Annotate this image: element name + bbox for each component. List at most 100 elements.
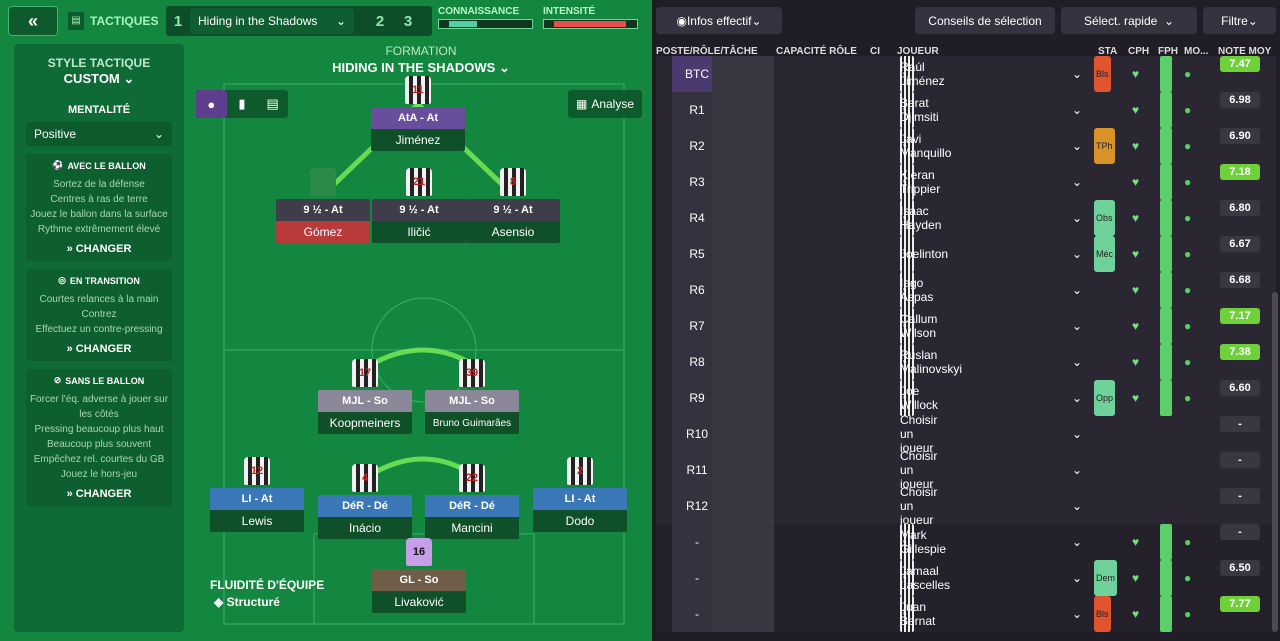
task-cell[interactable] [712,560,774,596]
task-cell[interactable] [712,164,774,200]
player-cell[interactable]: ◔ Jamaal Lascelles [900,560,950,596]
task-cell[interactable] [712,200,774,236]
tab-2[interactable]: 2 [368,13,392,30]
style-select[interactable]: CUSTOM ⌄ [14,71,184,87]
table-row[interactable]: R12 Choisir un joueur ⌄ - [656,485,1276,527]
chevron-down-icon[interactable]: ⌄ [1072,92,1082,128]
player-name[interactable]: Asensio [466,221,560,243]
player-card[interactable]: 8 9 ½ - At Asensio [466,168,560,243]
task-cell[interactable] [712,596,774,632]
task-cell[interactable] [712,128,774,164]
player-cell[interactable]: ◔ Mark Gillespie [900,524,946,560]
formation-select[interactable]: HIDING IN THE SHADOWS ⌄ [196,60,646,76]
table-row[interactable]: R8 ◔ Ruslan Malinovskyi ⌄ ♥ ● 7.38 [656,344,1276,380]
quick-select-dropdown[interactable]: Sélect. rapide ⌄ [1061,7,1197,34]
player-card[interactable]: 17 MJL - So Koopmeiners [318,359,412,434]
player-name[interactable]: Lewis [210,510,304,532]
back-button[interactable]: « [8,6,58,36]
player-card[interactable]: 4 DéR - Dé Inácio [318,464,412,539]
change-button[interactable]: » CHANGER [28,488,170,500]
player-role[interactable]: MJL - So [425,390,519,412]
player-card[interactable]: 9 ½ - At Gómez [276,168,370,243]
task-cell[interactable] [712,236,774,272]
table-row[interactable]: R7 ◔ Callum Wilson ⌄ ♥ ● 7.17 [656,308,1276,344]
player-role[interactable]: DéR - Dé [425,495,519,517]
chevron-down-icon[interactable]: ⌄ [1072,524,1082,560]
chevron-down-icon[interactable]: ⌄ [1072,488,1082,524]
task-cell[interactable] [712,380,774,416]
table-row[interactable]: R2 ◔ Javi Manquillo ⌄ TPh ♥ ● 6.90 [656,128,1276,164]
player-card[interactable]: 16 GL - So Livaković [372,538,466,613]
chevron-down-icon[interactable]: ⌄ [1072,272,1082,308]
chevron-down-icon[interactable]: ⌄ [1072,164,1082,200]
player-role[interactable]: DéR - Dé [318,495,412,517]
player-card[interactable]: 21 9 ½ - At Iličić [372,168,466,243]
task-cell[interactable] [712,272,774,308]
player-name[interactable]: Gómez [276,221,370,243]
chevron-down-icon[interactable]: ⌄ [1072,308,1082,344]
player-name[interactable]: Dodo [533,510,627,532]
task-cell[interactable] [712,56,774,92]
player-role[interactable]: AtA - At [371,107,465,129]
player-name[interactable]: Inácio [318,517,412,539]
tab-1[interactable]: 1 [166,13,190,30]
player-name[interactable]: Jiménez [371,129,465,151]
player-cell[interactable]: ◔ Javi Manquillo [900,128,951,164]
player-card[interactable]: 39 MJL - So Bruno Guimarães [425,359,519,434]
player-card[interactable]: 11 AtA - At Jiménez [371,76,465,151]
table-row[interactable]: R3 ◔ Kieran Trippier ⌄ ♥ ● 7.18 [656,164,1276,200]
table-row[interactable]: R11 Choisir un joueur ⌄ - [656,449,1276,491]
table-row[interactable]: R1 ◔ Berat Djimsiti ⌄ ♥ ● 6.98 [656,92,1276,128]
player-role[interactable]: 9 ½ - At [372,199,466,221]
task-cell[interactable] [712,488,774,524]
chevron-down-icon[interactable]: ⌄ [1072,56,1082,92]
player-card[interactable]: 12 LI - At Lewis [210,457,304,532]
table-row[interactable]: - ◔ Jamaal Lascelles ⌄ Dem ♥ ● 6.50 [656,560,1276,596]
player-role[interactable]: 9 ½ - At [276,199,370,221]
stats-view-icon[interactable]: ▮ [227,90,258,118]
table-row[interactable]: R4 ◔ Isaac Hayden ⌄ Obs ♥ ● 6.80 [656,200,1276,236]
task-cell[interactable] [712,344,774,380]
tactics-view-icon[interactable]: ▤ [257,90,288,118]
player-cell[interactable]: ◔ Juan Bernat [900,596,935,632]
player-role[interactable]: MJL - So [318,390,412,412]
infos-dropdown[interactable]: ◉ Infos effectif ⌄ [656,7,782,34]
chevron-down-icon[interactable]: ⌄ [1072,380,1082,416]
player-cell[interactable]: ◔ Isaac Hayden [900,200,941,236]
conseils-button[interactable]: Conseils de sélection [915,7,1055,34]
player-cell[interactable]: ◔ Iago Aspas [900,272,933,308]
player-card[interactable]: 22 DéR - Dé Mancini [425,464,519,539]
scrollbar[interactable] [1272,292,1278,632]
analyse-button[interactable]: ▦ Analyse [568,90,642,118]
table-row[interactable]: R6 ◔ Iago Aspas ⌄ ♥ ● 6.68 [656,272,1276,308]
chevron-down-icon[interactable]: ⌄ [1072,344,1082,380]
player-cell[interactable]: ◔ Raúl Jiménez [900,56,945,92]
player-cell[interactable]: ◔ Joe Willock [900,380,938,416]
player-cell[interactable]: ◔ Joelinton [900,236,948,272]
change-button[interactable]: » CHANGER [28,243,170,255]
filter-dropdown[interactable]: Filtre ⌄ [1203,7,1276,34]
change-button[interactable]: » CHANGER [28,343,170,355]
task-cell[interactable] [712,308,774,344]
mentality-select[interactable]: Positive ⌄ [26,122,172,146]
table-row[interactable]: - ◔ Mark Gillespie ⌄ ♥ ● - [656,524,1276,560]
player-cell[interactable]: ◔ Ruslan Malinovskyi [900,344,962,380]
player-cell[interactable]: ◔ Callum Wilson [900,308,937,344]
player-view-icon[interactable]: ● [196,90,227,118]
table-row[interactable]: R10 Choisir un joueur ⌄ - [656,413,1276,455]
chevron-down-icon[interactable]: ⌄ [1072,596,1082,632]
chevron-down-icon[interactable]: ⌄ [1072,416,1082,452]
chevron-down-icon[interactable]: ⌄ [1072,200,1082,236]
table-row[interactable]: - ◔ Juan Bernat ⌄ Bls ♥ ● 7.77 [656,596,1276,632]
chevron-down-icon[interactable]: ⌄ [1072,452,1082,488]
player-role[interactable]: GL - So [372,569,466,591]
table-row[interactable]: R9 ◔ Joe Willock ⌄ Opp ♥ ● 6.60 [656,380,1276,416]
player-name[interactable]: Livaković [372,591,466,613]
player-card[interactable]: 2 LI - At Dodo [533,457,627,532]
player-name[interactable]: Iličić [372,221,466,243]
chevron-down-icon[interactable]: ⌄ [1072,128,1082,164]
player-role[interactable]: 9 ½ - At [466,199,560,221]
task-cell[interactable] [712,452,774,488]
task-cell[interactable] [712,416,774,452]
player-cell[interactable]: ◔ Berat Djimsiti [900,92,939,128]
